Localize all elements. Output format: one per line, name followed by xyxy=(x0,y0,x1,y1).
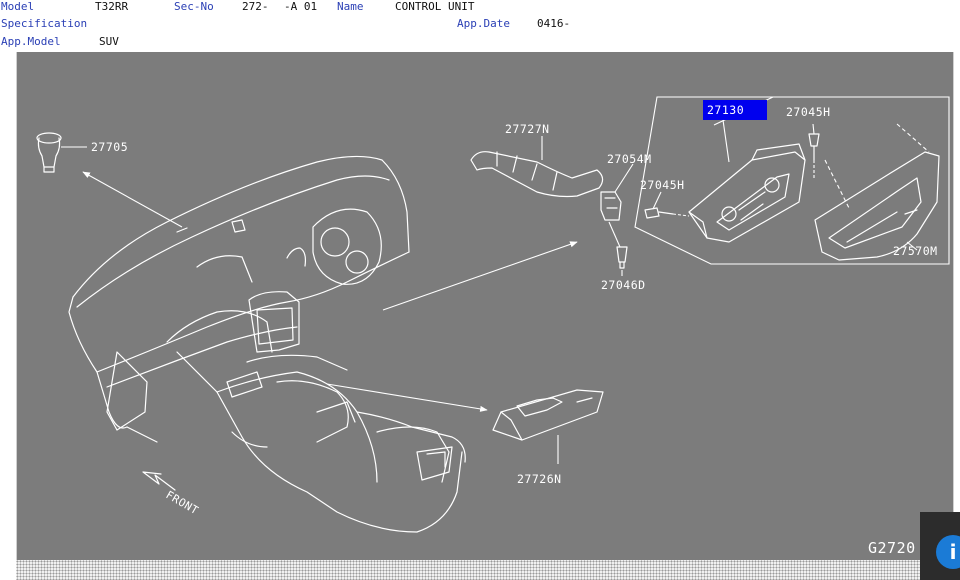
figure-code: G2720 xyxy=(868,539,916,557)
part-label-27727n[interactable]: 27727N xyxy=(505,122,550,136)
part-label-27130[interactable]: 27130 xyxy=(707,103,744,117)
appdate-value: 0416- xyxy=(537,17,571,30)
part-27046d-screw xyxy=(616,246,628,269)
part-27705-clip xyxy=(36,132,62,173)
part-27130-control-unit xyxy=(688,143,806,243)
part-27726n-module xyxy=(492,389,604,441)
model-label: Model xyxy=(1,0,35,13)
parts-diagram-svg: 27705 27727N 27054M 27046D 27130 27045H … xyxy=(36,96,950,557)
dashboard-illustration xyxy=(68,155,466,533)
leader-27130 xyxy=(722,119,730,163)
model-value: T32RR xyxy=(95,0,129,13)
dash-27045h-left xyxy=(672,213,690,217)
dash-27570m-b xyxy=(896,123,930,153)
leader-27045h-left xyxy=(652,191,662,210)
part-header: Model T32RR Sec-No 272- -A 01 Name CONTR… xyxy=(0,0,960,52)
part-label-27054m[interactable]: 27054M xyxy=(607,152,652,166)
secno-value: 272- xyxy=(242,0,269,13)
part-label-27046d[interactable]: 27046D xyxy=(601,278,646,292)
parts-diagram: 27705 27727N 27054M 27046D 27130 27045H … xyxy=(16,52,954,560)
secno-label: Sec-No xyxy=(174,0,214,13)
dotted-footer-strip xyxy=(16,560,920,580)
part-label-27045h-left[interactable]: 27045H xyxy=(640,178,685,192)
front-label: FRONT xyxy=(164,488,201,517)
part-27054m-bracket xyxy=(600,191,622,221)
name-value: CONTROL UNIT xyxy=(395,0,475,13)
appmodel-value: SUV xyxy=(99,35,119,48)
part-label-27726n[interactable]: 27726N xyxy=(517,472,562,486)
arrow-27726n xyxy=(326,383,488,412)
part-27045h-screw-top xyxy=(808,133,820,161)
part-27727n-duct xyxy=(470,151,604,198)
appmodel-label: App.Model xyxy=(1,35,61,48)
secno-suffix: -A 01 xyxy=(284,0,318,13)
leader-27045h-top xyxy=(812,123,815,135)
part-label-27705[interactable]: 27705 xyxy=(91,140,128,154)
appdate-label: App.Date xyxy=(457,17,510,30)
front-arrow-icon: FRONT xyxy=(142,471,201,517)
part-label-27045h-top[interactable]: 27045H xyxy=(786,105,831,119)
arrow-27705 xyxy=(82,171,183,228)
part-label-27570m[interactable]: 27570M xyxy=(893,244,938,258)
dash-27570m-a xyxy=(824,159,850,209)
leader-27054m xyxy=(614,163,634,193)
part-27045h-screw-left xyxy=(644,207,674,219)
arrow-control-unit xyxy=(382,241,578,311)
leader-27046d-upper xyxy=(608,221,621,248)
name-label: Name xyxy=(337,0,364,13)
spec-label: Specification xyxy=(1,17,88,30)
